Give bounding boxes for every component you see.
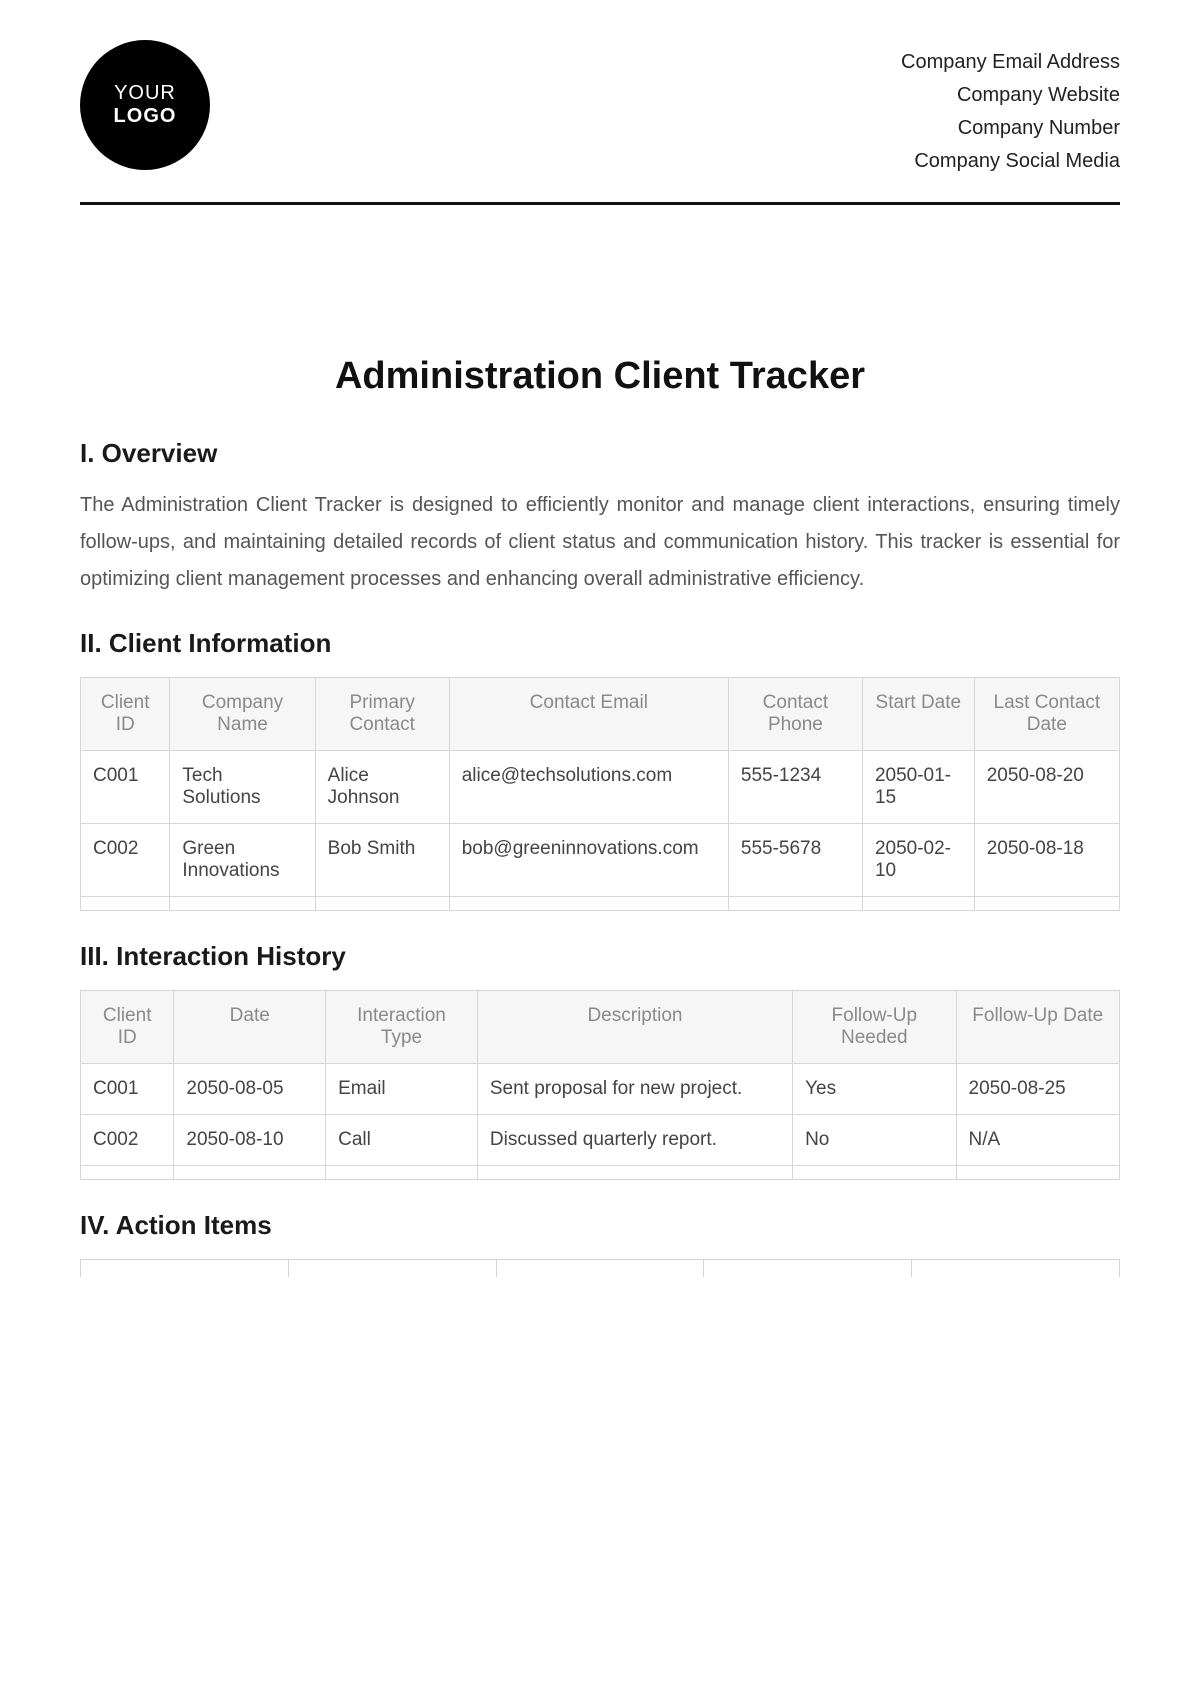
cell-client-id: C002 (81, 824, 170, 897)
cell-primary-contact: Alice Johnson (315, 751, 449, 824)
table-row-empty (81, 1166, 1120, 1180)
table-header-row: Client ID Company Name Primary Contact C… (81, 678, 1120, 751)
cell-date: 2050-08-10 (174, 1115, 326, 1166)
col-client-id: Client ID (81, 678, 170, 751)
company-info-block: Company Email Address Company Website Co… (901, 40, 1120, 178)
col-followup-date: Follow-Up Date (956, 991, 1119, 1064)
cell-interaction-type: Call (326, 1115, 478, 1166)
table-row: C001 2050-08-05 Email Sent proposal for … (81, 1064, 1120, 1115)
cell-followup-needed: No (793, 1115, 956, 1166)
logo-placeholder: YOUR LOGO (80, 40, 210, 170)
table-header-row: Client ID Date Interaction Type Descript… (81, 991, 1120, 1064)
cell-contact-phone: 555-1234 (728, 751, 862, 824)
cell-company-name: Green Innovations (170, 824, 315, 897)
table-row-empty (81, 897, 1120, 911)
col-description: Description (477, 991, 792, 1064)
table-row: C001 Tech Solutions Alice Johnson alice@… (81, 751, 1120, 824)
cell-contact-phone: 555-5678 (728, 824, 862, 897)
cell-date: 2050-08-05 (174, 1064, 326, 1115)
col-contact-email: Contact Email (449, 678, 728, 751)
cell-followup-needed: Yes (793, 1064, 956, 1115)
logo-text-line2: LOGO (114, 105, 177, 128)
cell-company-name: Tech Solutions (170, 751, 315, 824)
col-contact-phone: Contact Phone (728, 678, 862, 751)
table-row: C002 2050-08-10 Call Discussed quarterly… (81, 1115, 1120, 1166)
document-header: YOUR LOGO Company Email Address Company … (80, 40, 1120, 205)
cell-contact-email: bob@greeninnovations.com (449, 824, 728, 897)
cell-client-id: C001 (81, 751, 170, 824)
col-followup-needed: Follow-Up Needed (793, 991, 956, 1064)
section-client-info-heading: II. Client Information (80, 628, 1120, 659)
company-number-line: Company Number (901, 112, 1120, 145)
section-action-items-heading: IV. Action Items (80, 1210, 1120, 1241)
logo-text-line1: YOUR (114, 82, 176, 105)
cell-last-contact-date: 2050-08-20 (974, 751, 1119, 824)
cell-start-date: 2050-02-10 (862, 824, 974, 897)
cell-primary-contact: Bob Smith (315, 824, 449, 897)
cell-description: Discussed quarterly report. (477, 1115, 792, 1166)
col-interaction-type: Interaction Type (326, 991, 478, 1064)
col-client-id: Client ID (81, 991, 174, 1064)
section-overview-heading: I. Overview (80, 438, 1120, 469)
action-items-table-stub (80, 1259, 1120, 1277)
cell-last-contact-date: 2050-08-18 (974, 824, 1119, 897)
company-social-line: Company Social Media (901, 145, 1120, 178)
interaction-history-table: Client ID Date Interaction Type Descript… (80, 990, 1120, 1180)
col-primary-contact: Primary Contact (315, 678, 449, 751)
section-interaction-heading: III. Interaction History (80, 941, 1120, 972)
cell-followup-date: N/A (956, 1115, 1119, 1166)
company-email-line: Company Email Address (901, 46, 1120, 79)
document-title: Administration Client Tracker (80, 355, 1120, 398)
cell-client-id: C002 (81, 1115, 174, 1166)
document-page: YOUR LOGO Company Email Address Company … (0, 0, 1200, 1277)
company-website-line: Company Website (901, 79, 1120, 112)
col-last-contact-date: Last Contact Date (974, 678, 1119, 751)
overview-text: The Administration Client Tracker is des… (80, 487, 1120, 598)
cell-followup-date: 2050-08-25 (956, 1064, 1119, 1115)
table-row: C002 Green Innovations Bob Smith bob@gre… (81, 824, 1120, 897)
cell-start-date: 2050-01-15 (862, 751, 974, 824)
cell-client-id: C001 (81, 1064, 174, 1115)
cell-contact-email: alice@techsolutions.com (449, 751, 728, 824)
cell-interaction-type: Email (326, 1064, 478, 1115)
col-start-date: Start Date (862, 678, 974, 751)
col-company-name: Company Name (170, 678, 315, 751)
client-info-table: Client ID Company Name Primary Contact C… (80, 677, 1120, 911)
cell-description: Sent proposal for new project. (477, 1064, 792, 1115)
col-date: Date (174, 991, 326, 1064)
